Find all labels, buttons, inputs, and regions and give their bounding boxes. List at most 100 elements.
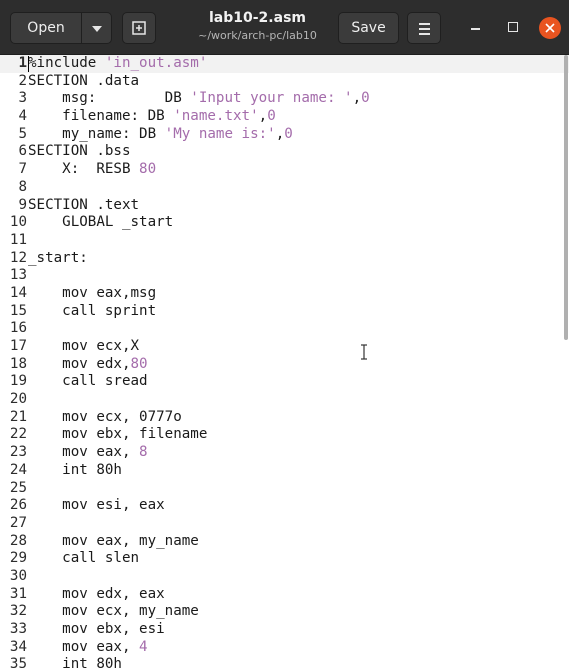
line-number: 4	[18, 108, 27, 125]
line-number: 15	[9, 302, 27, 319]
line-number: 22	[9, 426, 27, 443]
code-line[interactable]: 6SECTION .bss	[0, 143, 569, 161]
line-number: 20	[9, 391, 27, 408]
chevron-down-icon	[92, 26, 102, 32]
line-number: 28	[9, 532, 27, 549]
code-text: _start:	[28, 249, 88, 266]
code-line[interactable]: 28 mov eax, my_name	[0, 533, 569, 551]
code-line[interactable]: 4 filename: DB 'name.txt',0	[0, 108, 569, 126]
line-number: 5	[18, 125, 27, 142]
line-number: 2	[18, 72, 27, 89]
code-line[interactable]: 14 mov eax,msg	[0, 285, 569, 303]
code-text: ,	[258, 108, 268, 125]
code-lines: 1%include 'in_out.asm' 2SECTION .data 3 ms…	[0, 55, 569, 669]
code-text: mov eax,	[28, 444, 140, 461]
code-line[interactable]: 25	[0, 480, 569, 498]
code-text: ,	[352, 90, 362, 107]
code-line[interactable]: 32 mov ecx, my_name	[0, 603, 569, 621]
minimize-icon	[471, 28, 480, 30]
code-line[interactable]: 8	[0, 179, 569, 197]
code-text: msg: DB	[28, 90, 191, 107]
text-caret	[28, 56, 29, 72]
code-line[interactable]: 17 mov ecx,X	[0, 338, 569, 356]
string-literal: 'Input your name: '	[190, 90, 353, 107]
code-line[interactable]: 24 int 80h	[0, 462, 569, 480]
code-line[interactable]: 34 mov eax, 4	[0, 639, 569, 657]
number-literal: 0	[361, 90, 370, 107]
code-line[interactable]: 1%include 'in_out.asm'	[0, 55, 569, 73]
vertical-scrollbar[interactable]	[564, 55, 568, 340]
code-editor[interactable]: 1%include 'in_out.asm' 2SECTION .data 3 ms…	[0, 55, 569, 669]
code-line[interactable]: 10 GLOBAL _start	[0, 214, 569, 232]
line-number: 30	[9, 567, 27, 584]
close-button[interactable]	[539, 17, 561, 39]
code-line[interactable]: 2SECTION .data	[0, 73, 569, 91]
line-number: 31	[9, 585, 27, 602]
code-text: mov edx,	[28, 355, 131, 372]
code-line[interactable]: 26 mov esi, eax	[0, 497, 569, 515]
line-number: 23	[9, 444, 27, 461]
code-text: %include	[28, 55, 105, 71]
code-line[interactable]: 23 mov eax, 8	[0, 444, 569, 462]
code-text: SECTION .data	[28, 72, 140, 89]
code-line[interactable]: 18 mov edx,80	[0, 356, 569, 374]
window-title: lab10-2.asm	[209, 10, 306, 26]
code-text: mov eax, my_name	[28, 532, 199, 549]
window-subtitle: ~/work/arch-pc/lab10	[198, 29, 317, 42]
code-text: mov esi, eax	[28, 497, 165, 514]
code-line[interactable]: 11	[0, 232, 569, 250]
line-number: 21	[9, 408, 27, 425]
close-icon	[545, 23, 555, 33]
string-literal: 'in_out.asm'	[104, 55, 208, 71]
number-literal: 80	[130, 355, 148, 372]
header-bar: Open lab10-2.asm ~/work/arch-pc/lab10 Sa…	[0, 0, 569, 55]
open-button-group: Open	[10, 12, 112, 44]
maximize-button[interactable]	[498, 13, 528, 43]
new-tab-icon	[132, 21, 146, 35]
code-line[interactable]: 33 mov ebx, esi	[0, 621, 569, 639]
code-line[interactable]: 5 my_name: DB 'My name is:',0	[0, 126, 569, 144]
code-line[interactable]: 3 msg: DB 'Input your name: ',0	[0, 90, 569, 108]
code-line[interactable]: 16	[0, 320, 569, 338]
code-line[interactable]: 22 mov ebx, filename	[0, 426, 569, 444]
hamburger-menu-icon	[419, 23, 430, 38]
code-line[interactable]: 30	[0, 568, 569, 586]
line-number: 12	[9, 249, 27, 266]
code-text: mov ecx,X	[28, 338, 140, 354]
code-text: X: RESB	[28, 161, 140, 178]
code-line[interactable]: 29 call slen	[0, 550, 569, 568]
code-text: mov eax,	[28, 638, 140, 655]
code-text: call slen	[28, 550, 140, 567]
line-number: 14	[9, 284, 27, 301]
code-line[interactable]: 20	[0, 391, 569, 409]
code-text: GLOBAL _start	[28, 214, 174, 231]
code-text: filename: DB	[28, 108, 174, 125]
code-line[interactable]: 35 int 80h	[0, 656, 569, 669]
code-line[interactable]: 9SECTION .text	[0, 197, 569, 215]
code-line[interactable]: 15 call sprint	[0, 303, 569, 321]
code-line[interactable]: 31 mov edx, eax	[0, 586, 569, 604]
code-line[interactable]: 7 X: RESB 80	[0, 161, 569, 179]
code-line[interactable]: 12_start:	[0, 250, 569, 268]
code-text: ,	[275, 125, 285, 142]
code-text: int 80h	[28, 656, 122, 669]
code-line[interactable]: 13	[0, 267, 569, 285]
code-text: my_name: DB	[28, 125, 165, 142]
code-text: mov edx, eax	[28, 585, 165, 602]
code-line[interactable]: 19 call sread	[0, 373, 569, 391]
open-button[interactable]: Open	[11, 13, 81, 43]
line-number: 16	[9, 320, 27, 337]
open-menu-button[interactable]	[82, 13, 112, 43]
minimize-button[interactable]	[460, 13, 490, 43]
code-line[interactable]: 21 mov ecx, 0777o	[0, 409, 569, 427]
new-tab-button[interactable]	[122, 12, 156, 44]
maximize-icon	[508, 22, 518, 32]
line-number: 32	[9, 603, 27, 620]
line-number: 25	[9, 479, 27, 496]
main-menu-button[interactable]	[407, 12, 441, 44]
code-text: int 80h	[28, 461, 122, 478]
code-text: call sread	[28, 373, 148, 390]
code-text: mov ebx, esi	[28, 621, 165, 637]
code-line[interactable]: 27	[0, 515, 569, 533]
save-button[interactable]: Save	[338, 12, 399, 44]
